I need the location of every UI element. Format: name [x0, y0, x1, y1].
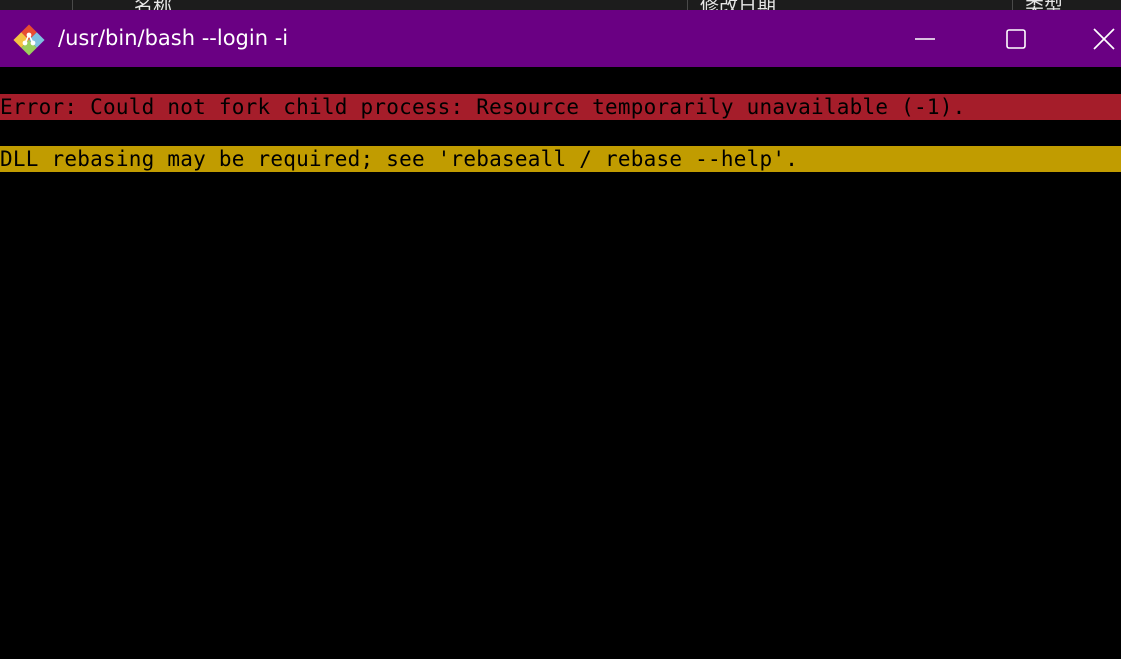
window-title: /usr/bin/bash --login -i — [58, 26, 289, 50]
column-separator — [1012, 0, 1013, 10]
terminal-output[interactable]: Error: Could not fork child process: Res… — [0, 67, 1121, 659]
background-explorer-header: 名称 修改日期 类型 — [0, 0, 1121, 10]
column-header-date-modified[interactable]: 修改日期 — [700, 0, 776, 10]
maximize-button[interactable] — [993, 10, 1039, 67]
warning-line: DLL rebasing may be required; see 'rebas… — [0, 146, 1121, 172]
column-separator — [687, 0, 688, 10]
column-header-type[interactable]: 类型 — [1025, 0, 1063, 10]
close-button[interactable] — [1086, 10, 1121, 67]
title-bar[interactable]: /usr/bin/bash --login -i — [0, 10, 1121, 67]
close-icon — [1092, 27, 1115, 50]
error-line: Error: Could not fork child process: Res… — [0, 94, 1121, 120]
minimize-icon — [915, 37, 935, 40]
minimize-button[interactable] — [902, 10, 948, 67]
git-icon — [12, 23, 46, 57]
column-separator — [72, 0, 73, 10]
column-header-name[interactable]: 名称 — [134, 0, 172, 10]
maximize-icon — [1006, 28, 1026, 49]
terminal-window: /usr/bin/bash --login -i Error: Could no… — [0, 10, 1121, 659]
